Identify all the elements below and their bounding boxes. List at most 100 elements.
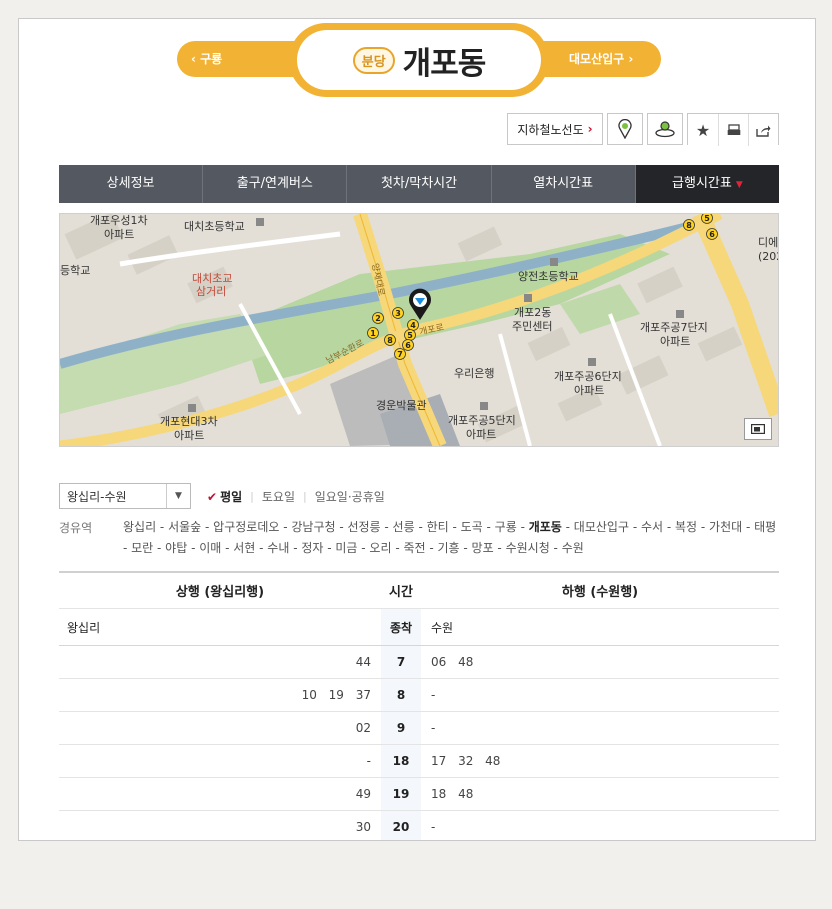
day-saturday[interactable]: 토요일: [262, 488, 295, 505]
map-label-jugong7: 개포주공7단지: [640, 321, 708, 334]
via-current-station: 개포동: [528, 520, 562, 534]
info-tabs: 상세정보 출구/연계버스 첫차/막차시간 열차시간표 급행시간표 ▼: [59, 165, 780, 203]
exit-number: 2: [375, 314, 381, 323]
hour-cell: 20: [381, 811, 421, 840]
toolbar: 지하철노선도 › ★: [507, 113, 779, 146]
map-label-daechi-int: 대치초교: [192, 272, 232, 285]
up-times: -: [366, 754, 371, 768]
table-row: - 18 17 32 48: [59, 745, 779, 778]
station-title-oval: 분당 개포동: [289, 23, 549, 97]
table-header: 상행 (왕십리행) 시간 하행 (수원행): [59, 573, 779, 609]
down-times: -: [431, 721, 436, 735]
map-label-hyundai3-b: 아파트: [174, 429, 204, 442]
tab-detail[interactable]: 상세정보: [59, 165, 204, 203]
share-button[interactable]: [748, 114, 778, 146]
share-icon: [756, 125, 771, 137]
tab-first-last-train[interactable]: 첫차/막차시간: [347, 165, 492, 203]
chevron-left-icon: ‹: [191, 52, 201, 66]
route-map-label: 지하철노선도: [517, 122, 584, 137]
map-label-woosung1-b: 아파트: [104, 228, 134, 241]
hour-cell: 19: [381, 778, 421, 810]
route-select[interactable]: 왕십리-수원 ▼: [59, 483, 191, 509]
hour-cell: 18: [381, 745, 421, 777]
down-times: 17 32 48: [431, 754, 501, 768]
map-expand-button[interactable]: [744, 418, 772, 440]
favorite-button[interactable]: ★: [688, 114, 718, 146]
via-list: 왕십리 - 서울숲 - 압구정로데오 - 강남구청 - 선정릉 - 선릉 - 한…: [123, 517, 779, 559]
day-sunday-holiday[interactable]: 일요일·공휴일: [315, 488, 385, 505]
print-button[interactable]: [718, 114, 748, 146]
table-row: 44 7 06 48: [59, 646, 779, 679]
train-station-icon: [655, 121, 675, 138]
chevron-down-icon: ▼: [166, 484, 190, 508]
down-times: 06 48: [431, 655, 474, 669]
day-weekday-label: 평일: [220, 489, 243, 504]
tab-train-timetable[interactable]: 열차시간표: [492, 165, 636, 203]
exit-number: 8: [387, 336, 393, 345]
location-pin-button[interactable]: [607, 113, 643, 145]
exit-number: 4: [410, 321, 416, 330]
exit-number: 5: [704, 214, 710, 223]
tab-express-label: 급행시간표: [672, 176, 732, 191]
station-name: 개포동: [402, 45, 487, 82]
header-up: 상행 (왕십리행): [175, 585, 265, 600]
hour-cell: 9: [381, 712, 421, 744]
header-hour: 시간: [381, 573, 421, 608]
prev-station-button[interactable]: ‹ 구룡: [191, 41, 222, 77]
next-station-button[interactable]: 대모산입구 ›: [569, 41, 633, 77]
map-label-jugong6-b: 아파트: [574, 384, 604, 397]
up-times: 30: [355, 820, 371, 834]
terminal-down: 수원: [431, 620, 454, 635]
action-button-group: ★: [687, 113, 779, 146]
map-label-yangjeon: 양전초등학교: [518, 270, 579, 283]
station-map[interactable]: 개포우성1차 아파트 대치초등학교 등학교 양전초등학교 개포2동 주민센터 우…: [59, 213, 779, 447]
terminal-row: 왕십리 종착 수원: [59, 609, 779, 646]
express-timetable: 상행 (왕십리행) 시간 하행 (수원행) 왕십리 종착 수원 44 7 06 …: [59, 571, 779, 840]
route-map-button[interactable]: 지하철노선도 ›: [507, 113, 603, 145]
next-station-label: 대모산입구: [569, 52, 625, 66]
tab-exits-bus[interactable]: 출구/연계버스: [203, 165, 348, 203]
terminal-up: 왕십리: [67, 620, 101, 635]
exit-number: 8: [686, 221, 692, 230]
exit-number: 6: [405, 341, 411, 350]
down-times: -: [431, 820, 436, 834]
map-label-daechi-school: 대치초등학교: [184, 220, 245, 233]
divider: |: [303, 489, 307, 503]
up-times: 49: [355, 787, 371, 801]
up-times: 02: [355, 721, 371, 735]
table-row: 49 19 18 48: [59, 778, 779, 811]
print-icon: [727, 124, 740, 135]
map-pin-icon: [618, 119, 632, 139]
station-view-button[interactable]: [647, 113, 683, 145]
map-label-daechi-int-b: 삼거리: [196, 285, 226, 298]
check-icon: ✔: [207, 489, 218, 504]
header-down: 하행 (수원행): [561, 585, 639, 600]
station-header: ‹ 구룡 대모산입구 › 분당 개포동: [59, 19, 779, 119]
day-weekday[interactable]: ✔ 평일: [207, 488, 242, 505]
map-label-jugong5-b: 아파트: [466, 428, 496, 441]
content: ‹ 구룡 대모산입구 › 분당 개포동 지하철노선도 › ★ 상세정보 출구/연…: [59, 19, 780, 840]
map-canvas: 개포우성1차 아파트 대치초등학교 등학교 양전초등학교 개포2동 주민센터 우…: [60, 214, 778, 446]
chevron-right-icon: ›: [587, 122, 593, 136]
hour-cell: 8: [381, 679, 421, 711]
route-select-value: 왕십리-수원: [67, 489, 127, 504]
map-label-woori: 우리은행: [454, 367, 494, 380]
map-label-edge: 디에: [758, 236, 778, 249]
tab-express-timetable[interactable]: 급행시간표 ▼: [635, 165, 780, 203]
map-label-jugong7-b: 아파트: [660, 335, 690, 348]
terminal-hour: 종착: [381, 609, 421, 645]
prev-station-label: 구룡: [200, 52, 223, 66]
map-label-jugong6: 개포주공6단지: [554, 370, 622, 383]
down-times: 18 48: [431, 787, 474, 801]
via-stations: 경유역 왕십리 - 서울숲 - 압구정로데오 - 강남구청 - 선정릉 - 선릉…: [59, 517, 779, 559]
table-row: 02 9 -: [59, 712, 779, 745]
exit-number: 3: [395, 309, 401, 318]
divider: |: [250, 489, 254, 503]
exit-number: 5: [407, 331, 413, 340]
down-times: -: [431, 688, 436, 702]
line-badge: 분당: [352, 46, 395, 74]
map-label-gaepo2-b: 주민센터: [512, 320, 552, 333]
via-before: 왕십리 - 서울숲 - 압구정로데오 - 강남구청 - 선정릉 - 선릉 - 한…: [123, 520, 529, 534]
table-row: 30 20 -: [59, 811, 779, 840]
up-times: 10 19 37: [301, 688, 371, 702]
